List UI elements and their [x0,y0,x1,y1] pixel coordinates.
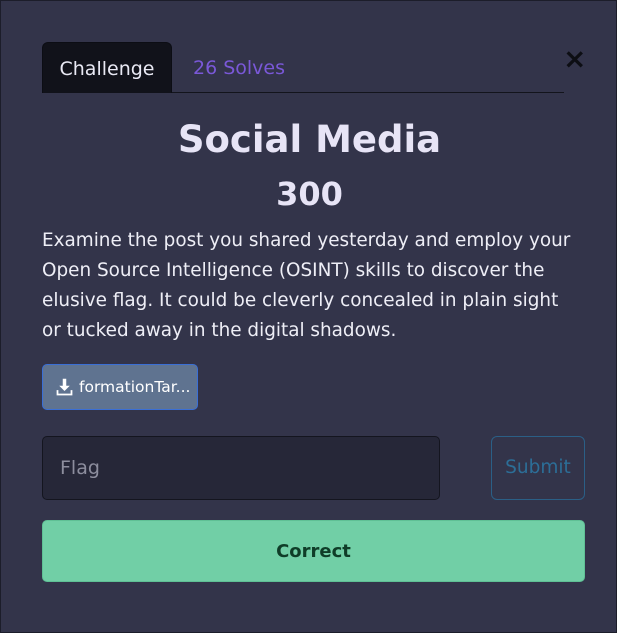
download-icon [56,378,73,395]
correct-status-banner: Correct [42,520,585,582]
file-name-label: formationTar... [79,378,191,396]
challenge-modal: × Challenge 26 Solves Social Media 300 E… [0,0,617,633]
challenge-points: 300 [276,175,343,213]
flag-input[interactable] [42,436,440,500]
close-button[interactable]: × [563,45,586,73]
challenge-title: Social Media [177,118,442,161]
challenge-description: Examine the post you shared yesterday an… [42,230,571,341]
challenge-tabs: Challenge 26 Solves [42,42,564,93]
download-file-button[interactable]: formationTar... [42,364,198,410]
submit-button[interactable]: Submit [491,436,585,500]
tab-solves[interactable]: 26 Solves [193,42,285,93]
tab-challenge[interactable]: Challenge [42,42,172,93]
